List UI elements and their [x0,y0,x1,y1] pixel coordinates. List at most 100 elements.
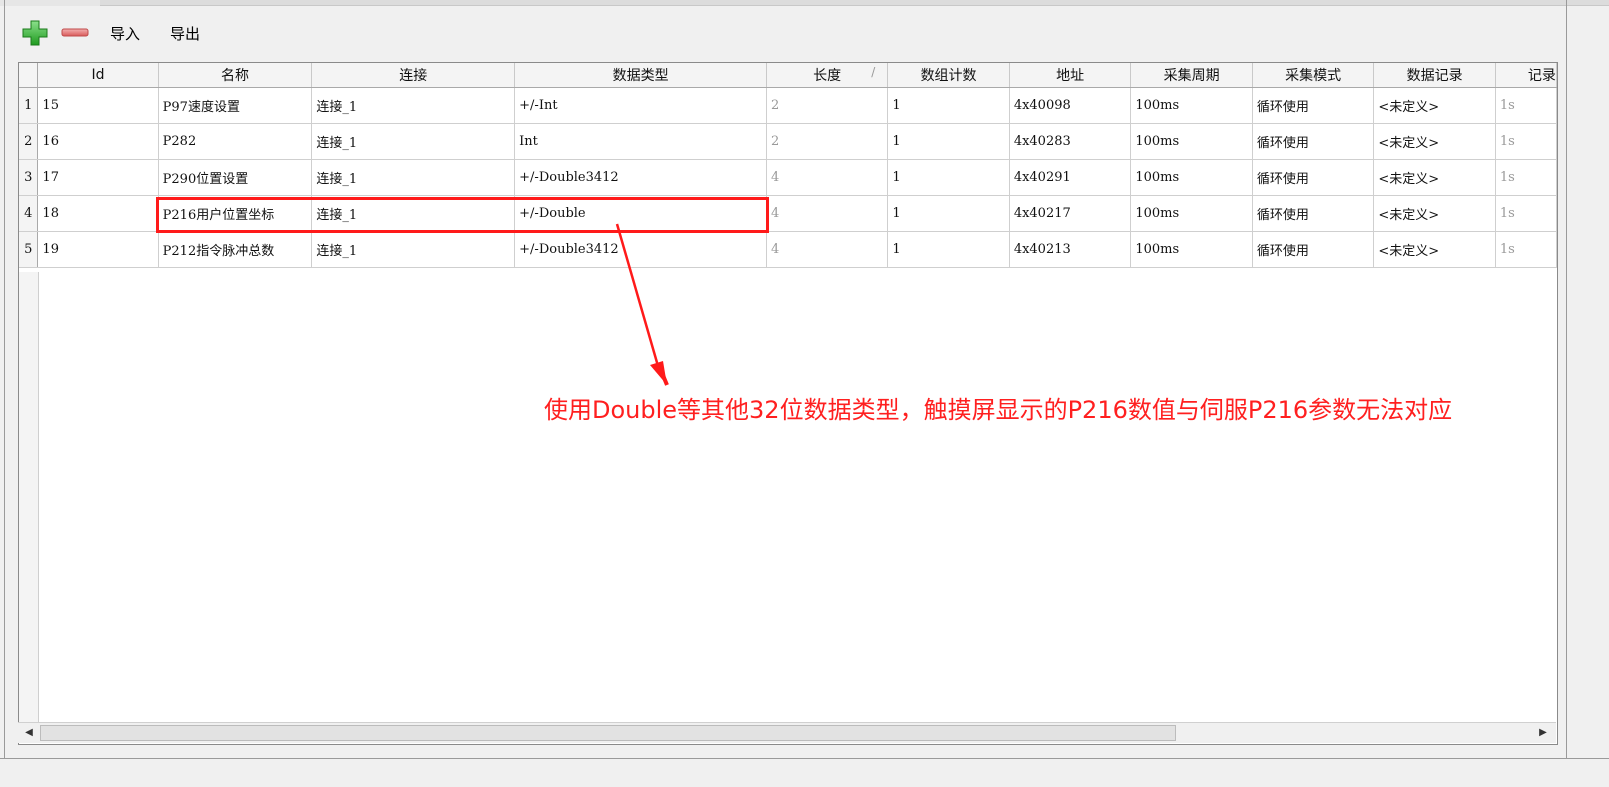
cell-array-count[interactable]: 1 [887,231,1010,268]
cell-period[interactable]: 100ms [1130,195,1253,232]
cell-connection[interactable]: 连接_1 [311,159,516,196]
cell-data-type[interactable]: +/-Double [514,195,768,232]
cell-address[interactable]: 4x40291 [1009,159,1132,196]
scroll-left-icon[interactable]: ◀ [20,724,38,742]
cell-name[interactable]: P216用户位置坐标 [158,195,313,232]
cell-record-interval[interactable]: 1s [1495,159,1557,196]
column-header-connection[interactable]: 连接 [311,63,516,88]
window: 导入 导出 Id 名称 连接 数据类型 长度 / 数组计数 地址 采集周期 采集… [0,0,1609,787]
tab-line [100,0,1609,6]
corner-header[interactable] [19,63,39,88]
cell-connection[interactable]: 连接_1 [311,231,516,268]
column-header-length[interactable]: 长度 / [766,63,889,88]
row-number[interactable]: 3 [19,159,39,196]
cell-id[interactable]: 15 [37,87,159,124]
cell-length[interactable]: 4 [766,159,889,196]
window-bottom-border [0,758,1609,759]
column-header-record[interactable]: 记录 [1495,63,1557,88]
row-number[interactable]: 2 [19,123,39,160]
cell-data-record[interactable]: <未定义> [1373,87,1496,124]
column-header-name[interactable]: 名称 [158,63,313,88]
cell-length[interactable]: 2 [766,123,889,160]
cell-period[interactable]: 100ms [1130,231,1253,268]
cell-address[interactable]: 4x40098 [1009,87,1132,124]
cell-record-interval[interactable]: 1s [1495,123,1557,160]
column-header-id[interactable]: Id [37,63,159,88]
scrollbar-thumb[interactable] [40,725,1176,741]
sort-indicator-icon: / [871,65,876,79]
toolbar: 导入 导出 [18,16,218,50]
cell-connection[interactable]: 连接_1 [311,123,516,160]
import-button[interactable]: 导入 [98,18,152,48]
cell-period[interactable]: 100ms [1130,123,1253,160]
cell-mode[interactable]: 循环使用 [1252,123,1375,160]
cell-name[interactable]: P282 [158,123,313,160]
cell-connection[interactable]: 连接_1 [311,195,516,232]
cell-mode[interactable]: 循环使用 [1252,231,1375,268]
column-header-length-label: 长度 [813,68,842,84]
cell-data-record[interactable]: <未定义> [1373,231,1496,268]
export-button[interactable]: 导出 [158,18,212,48]
column-header-acquisition-period[interactable]: 采集周期 [1130,63,1253,88]
cell-address[interactable]: 4x40283 [1009,123,1132,160]
cell-connection[interactable]: 连接_1 [311,87,516,124]
cell-id[interactable]: 16 [37,123,159,160]
cell-array-count[interactable]: 1 [887,123,1010,160]
cell-id[interactable]: 19 [37,231,159,268]
header-row: Id 名称 连接 数据类型 长度 / 数组计数 地址 采集周期 采集模式 数据记录… [19,63,1557,88]
cell-mode[interactable]: 循环使用 [1252,195,1375,232]
cell-address[interactable]: 4x40213 [1009,231,1132,268]
row-number[interactable]: 5 [19,231,39,268]
cell-data-record[interactable]: <未定义> [1373,159,1496,196]
cell-data-type[interactable]: +/-Int [514,87,768,124]
plus-icon [22,20,48,46]
cell-period[interactable]: 100ms [1130,159,1253,196]
cell-length[interactable]: 2 [766,87,889,124]
cell-id[interactable]: 18 [37,195,159,232]
minus-icon [61,28,89,37]
column-header-array-count[interactable]: 数组计数 [887,63,1010,88]
cell-name[interactable]: P290位置设置 [158,159,313,196]
cell-data-type[interactable]: +/-Double3412 [514,159,768,196]
cell-record-interval[interactable]: 1s [1495,195,1557,232]
cell-period[interactable]: 100ms [1130,87,1253,124]
column-header-data-record[interactable]: 数据记录 [1373,63,1496,88]
cell-id[interactable]: 17 [37,159,159,196]
cell-record-interval[interactable]: 1s [1495,87,1557,124]
scroll-right-icon[interactable]: ▶ [1534,724,1552,742]
cell-length[interactable]: 4 [766,231,889,268]
cell-record-interval[interactable]: 1s [1495,231,1557,268]
cell-name[interactable]: P97速度设置 [158,87,313,124]
remove-button[interactable] [58,16,92,50]
table-row[interactable]: 2 16 P282 连接_1 Int 2 1 4x40283 100ms 循环使… [19,123,1557,160]
column-header-data-type[interactable]: 数据类型 [514,63,768,88]
window-right-border [1566,0,1567,759]
cell-array-count[interactable]: 1 [887,159,1010,196]
row-header-gutter [19,272,39,724]
column-header-address[interactable]: 地址 [1009,63,1132,88]
cell-data-type[interactable]: +/-Double3412 [514,231,768,268]
table-row[interactable]: 1 15 P97速度设置 连接_1 +/-Int 2 1 4x40098 100… [19,87,1557,124]
cell-data-record[interactable]: <未定义> [1373,123,1496,160]
window-left-border [4,0,5,759]
top-tab-strip [0,0,1609,6]
cell-array-count[interactable]: 1 [887,195,1010,232]
annotation-text: 使用Double等其他32位数据类型，触摸屏显示的P216数值与伺服P216参数… [544,396,1453,424]
cell-array-count[interactable]: 1 [887,87,1010,124]
row-number[interactable]: 1 [19,87,39,124]
column-header-acquisition-mode[interactable]: 采集模式 [1252,63,1375,88]
horizontal-scrollbar[interactable]: ◀ ▶ [18,722,1556,743]
table-row[interactable]: 5 19 P212指令脉冲总数 连接_1 +/-Double3412 4 1 4… [19,231,1557,268]
cell-mode[interactable]: 循环使用 [1252,159,1375,196]
add-button[interactable] [18,16,52,50]
row-number[interactable]: 4 [19,195,39,232]
cell-mode[interactable]: 循环使用 [1252,87,1375,124]
table-row[interactable]: 3 17 P290位置设置 连接_1 +/-Double3412 4 1 4x4… [19,159,1557,196]
table-row[interactable]: 4 18 P216用户位置坐标 连接_1 +/-Double 4 1 4x402… [19,195,1557,232]
cell-length[interactable]: 4 [766,195,889,232]
variable-table: Id 名称 连接 数据类型 长度 / 数组计数 地址 采集周期 采集模式 数据记录… [19,63,1557,268]
cell-data-record[interactable]: <未定义> [1373,195,1496,232]
cell-name[interactable]: P212指令脉冲总数 [158,231,313,268]
cell-address[interactable]: 4x40217 [1009,195,1132,232]
cell-data-type[interactable]: Int [514,123,768,160]
